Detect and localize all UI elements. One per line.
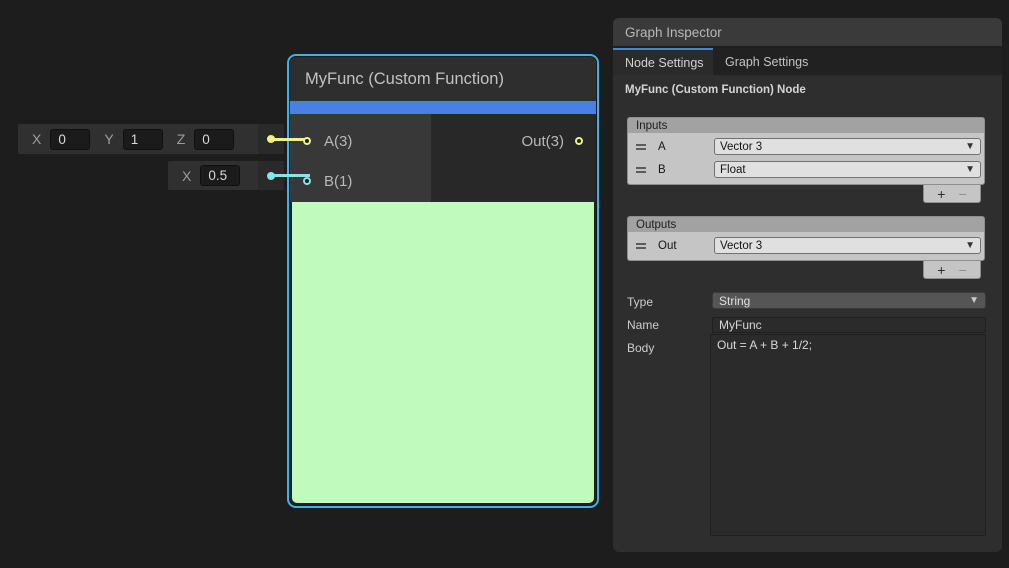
list-row-out[interactable]: Out Vector 3 ▼ <box>630 234 982 257</box>
panel-title: Graph Inspector <box>613 18 1002 48</box>
row-type-value: Vector 3 <box>720 141 762 153</box>
port-out-label: Out(3) <box>521 133 564 150</box>
port-a-icon[interactable] <box>303 137 311 145</box>
node-preview <box>292 202 594 503</box>
drag-handle-icon[interactable] <box>636 167 646 173</box>
port-out-icon[interactable] <box>575 137 583 145</box>
add-output-button[interactable]: + <box>937 263 945 277</box>
tab-node-settings[interactable]: Node Settings <box>613 48 713 75</box>
body-label: Body <box>627 341 654 355</box>
row-type-dropdown[interactable]: Float ▼ <box>714 161 981 178</box>
row-type-dropdown[interactable]: Vector 3 ▼ <box>714 237 981 254</box>
row-name-label: A <box>658 141 666 153</box>
node-accent-bar <box>290 101 596 114</box>
node-ports: A(3) B(1) Out(3) <box>290 114 596 202</box>
drag-handle-icon[interactable] <box>636 144 646 150</box>
graph-canvas[interactable]: X Y Z X MyFunc (Custom Function) A <box>0 0 1009 568</box>
node-output-ports: Out(3) <box>431 114 596 202</box>
inspector-tabs: Node Settings Graph Settings <box>613 48 1002 75</box>
row-name-label: Out <box>658 240 677 252</box>
dropdown-arrow-icon: ▼ <box>965 164 975 175</box>
input-port-a[interactable]: A(3) <box>290 127 431 155</box>
inputs-list-rows: A Vector 3 ▼ B Float ▼ <box>627 133 985 185</box>
node-title: MyFunc (Custom Function) <box>290 57 596 101</box>
outputs-list-header: Outputs <box>627 216 985 232</box>
row-type-value: Vector 3 <box>720 240 762 252</box>
dropdown-arrow-icon: ▼ <box>965 240 975 251</box>
name-label: Name <box>627 318 659 332</box>
inspector-heading: MyFunc (Custom Function) Node <box>625 84 1002 96</box>
vector-y-label: Y <box>104 131 113 147</box>
float-input-widget: X <box>168 161 284 190</box>
inputs-list-footer: + − <box>923 185 981 203</box>
vector-z-label: Z <box>177 131 186 147</box>
add-input-button[interactable]: + <box>937 187 945 201</box>
port-a-label: A(3) <box>324 133 352 150</box>
inputs-list: Inputs A Vector 3 ▼ B Float ▼ <box>627 117 985 203</box>
vector-z-field[interactable] <box>194 129 234 150</box>
drag-handle-icon[interactable] <box>636 243 646 249</box>
float-x-field[interactable] <box>200 165 240 186</box>
outputs-list: Outputs Out Vector 3 ▼ + − <box>627 216 985 279</box>
node-input-ports: A(3) B(1) <box>290 114 431 202</box>
row-type-dropdown[interactable]: Vector 3 ▼ <box>714 138 981 155</box>
type-value: String <box>719 294 750 308</box>
name-input[interactable] <box>712 317 986 333</box>
row-name-label: B <box>658 164 666 176</box>
node-body: MyFunc (Custom Function) A(3) B(1) Out(3… <box>290 57 596 505</box>
inputs-list-header: Inputs <box>627 117 985 133</box>
dropdown-arrow-icon: ▼ <box>969 295 979 306</box>
remove-input-button[interactable]: − <box>959 187 967 201</box>
input-port-b[interactable]: B(1) <box>290 167 431 195</box>
list-row-a[interactable]: A Vector 3 ▼ <box>630 135 982 158</box>
vector-y-field[interactable] <box>123 129 163 150</box>
dropdown-arrow-icon: ▼ <box>965 141 975 152</box>
vector3-input-widget: X Y Z <box>18 124 284 154</box>
type-label: Type <box>627 295 653 309</box>
tab-graph-settings[interactable]: Graph Settings <box>713 48 820 75</box>
body-textarea[interactable]: Out = A + B + 1/2; <box>710 334 986 536</box>
list-row-b[interactable]: B Float ▼ <box>630 158 982 181</box>
remove-output-button[interactable]: − <box>959 263 967 277</box>
outputs-list-footer: + − <box>923 261 981 279</box>
row-type-value: Float <box>720 164 746 176</box>
outputs-list-rows: Out Vector 3 ▼ <box>627 232 985 261</box>
vector-x-field[interactable] <box>50 129 90 150</box>
output-port-out[interactable]: Out(3) <box>431 127 596 155</box>
port-b-icon[interactable] <box>303 177 311 185</box>
vector-x-label: X <box>32 131 41 147</box>
port-b-label: B(1) <box>324 173 352 190</box>
type-dropdown[interactable]: String ▼ <box>712 292 986 309</box>
edge-b-wire[interactable] <box>270 174 310 177</box>
float-x-label: X <box>182 168 191 184</box>
custom-function-node[interactable]: MyFunc (Custom Function) A(3) B(1) Out(3… <box>287 54 599 508</box>
graph-inspector-panel: Graph Inspector Node Settings Graph Sett… <box>613 18 1002 552</box>
